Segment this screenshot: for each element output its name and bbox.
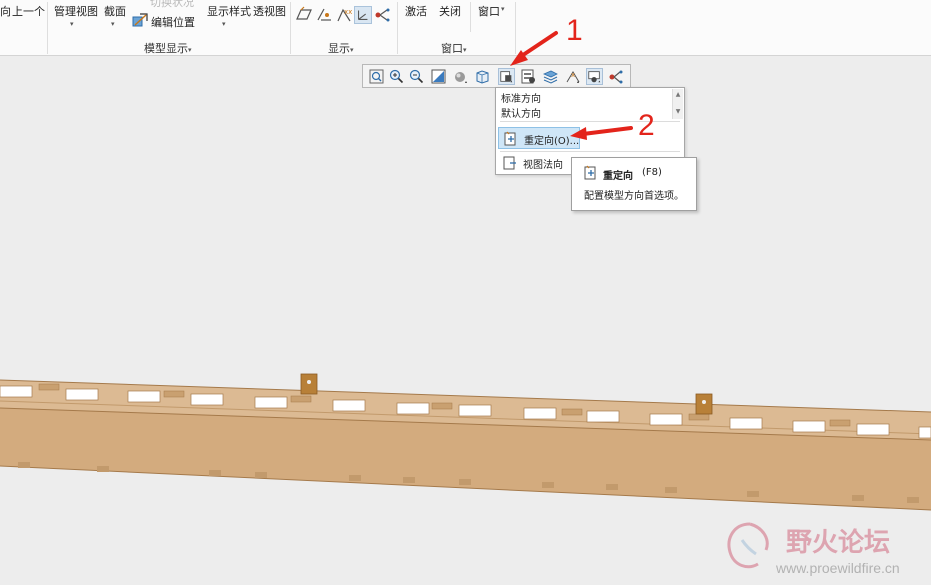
watermark-text: 野火论坛 [786,528,891,558]
annotation-step-1: 1 [566,14,583,47]
repaint-icon[interactable] [430,68,447,85]
reorient-icon [584,165,596,180]
reorient-tooltip: 重定向 (F8) 配置模型方向首选项。 [571,157,697,211]
reorient-icon [504,131,516,146]
menu-item-label: 视图法向 [523,160,563,171]
spin-center-icon[interactable] [608,68,625,85]
watermark-logo [727,522,769,569]
zoom-in-icon[interactable] [388,68,405,85]
saved-orientations-icon[interactable] [498,68,515,85]
view-normal-icon [503,156,516,170]
display-style-icon[interactable] [452,68,469,85]
scroll-down-icon[interactable]: ▼ [673,107,683,117]
dropdown-scrollbar[interactable]: ▲ ▼ [672,89,683,119]
menu-item-view-normal[interactable]: 视图法向 [498,152,578,174]
view-cube-icon[interactable] [474,68,491,85]
layers-icon[interactable] [542,68,559,85]
watermark-url: www.proewildfire.cn [776,560,900,576]
annotation-display-icon[interactable] [586,68,603,85]
menu-item-reorient[interactable]: 重定向(O)... [498,127,580,149]
zoom-out-icon[interactable] [408,68,425,85]
datum-display-icon[interactable]: x [564,68,581,85]
svg-text:x: x [571,71,575,79]
tooltip-description: 配置模型方向首选项。 [584,191,684,202]
tooltip-title: 重定向 [603,171,633,182]
annotation-step-2: 2 [638,109,655,142]
menu-item-default-orientation[interactable]: 默认方向 [501,105,541,120]
refit-icon[interactable] [368,68,385,85]
menu-item-label: 重定向(O)... [524,136,580,147]
menu-item-standard-orientation[interactable]: 标准方向 [501,90,541,105]
graphics-toolbar: x [362,64,631,88]
view-manager-icon[interactable] [520,68,537,85]
tooltip-shortcut: (F8) [642,167,662,178]
scroll-up-icon[interactable]: ▲ [673,90,683,100]
